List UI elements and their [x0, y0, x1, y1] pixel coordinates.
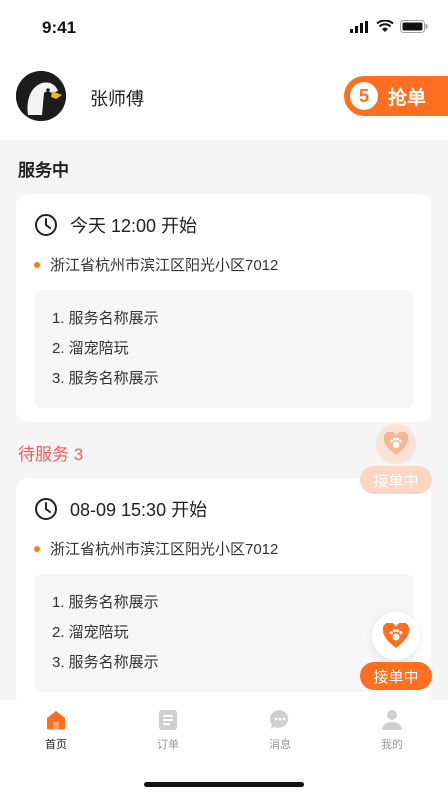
tab-home[interactable]: 首页 [16, 708, 96, 752]
tab-label: 首页 [45, 739, 67, 751]
address-dot [34, 545, 40, 552]
order-address-text: 浙江省杭州市滨江区阳光小区7012 [50, 257, 279, 274]
order-time: 08-09 15:30 开始 [34, 496, 207, 522]
order-address: 浙江省杭州市滨江区阳光小区7012 [34, 254, 278, 275]
take-order-toggle-active[interactable]: 接单中 [360, 612, 432, 690]
tab-label: 消息 [269, 739, 291, 751]
order-address: 浙江省杭州市滨江区阳光小区7012 [34, 538, 278, 559]
pending-title: 待服务 3 [18, 445, 84, 464]
grab-order-label: 抢单 [388, 87, 427, 109]
avatar[interactable] [16, 71, 66, 121]
grab-count-badge: 5 [350, 82, 378, 110]
in-service-title: 服务中 [18, 161, 69, 180]
order-time: 今天 12:00 开始 [34, 212, 197, 238]
clock-icon [35, 214, 57, 236]
tab-label: 订单 [157, 739, 179, 751]
service-list: 1. 服务名称展示 2. 溜宠陪玩 3. 服务名称展示 [34, 574, 414, 692]
wifi-icon [376, 20, 394, 32]
service-list: 1. 服务名称展示 2. 溜宠陪玩 3. 服务名称展示 [34, 290, 414, 408]
status-time: 9:41 [42, 18, 77, 37]
profile-header: 张师傅 5 抢单 [0, 56, 448, 140]
home-indicator [144, 782, 304, 787]
status-icons [350, 20, 428, 33]
tab-label: 我的 [381, 739, 403, 751]
status-bar: 9:41 [0, 0, 448, 56]
home-icon [47, 711, 65, 730]
order-card[interactable]: 今天 12:00 开始 浙江省杭州市滨江区阳光小区7012 1. 服务名称展示 … [16, 194, 431, 422]
paw-heart-icon [372, 612, 420, 660]
service-item: 3. 服务名称展示 [52, 370, 159, 387]
tab-messages[interactable]: 消息 [240, 708, 320, 752]
order-time-text: 08-09 15:30 开始 [70, 500, 208, 520]
user-name: 张师傅 [90, 89, 144, 109]
service-item: 2. 溜宠陪玩 [52, 340, 129, 357]
grab-order-button[interactable]: 5 抢单 [344, 76, 448, 116]
order-address-text: 浙江省杭州市滨江区阳光小区7012 [50, 541, 279, 558]
tab-orders[interactable]: 订单 [128, 708, 208, 752]
eagle-avatar-icon [16, 71, 66, 121]
take-order-label: 接单中 [360, 466, 432, 494]
order-icon [159, 710, 177, 730]
address-dot [34, 261, 40, 268]
profile-icon [382, 710, 402, 730]
clock-icon [35, 498, 57, 520]
service-item: 1. 服务名称展示 [52, 310, 159, 327]
order-time-text: 今天 12:00 开始 [70, 216, 198, 236]
take-order-toggle-inactive[interactable]: 接单中 [360, 424, 432, 494]
message-icon [269, 709, 289, 729]
signal-icon [350, 20, 368, 33]
tab-profile[interactable]: 我的 [352, 708, 432, 752]
take-order-label: 接单中 [360, 662, 432, 690]
paw-heart-icon [376, 424, 416, 464]
battery-icon [400, 20, 428, 33]
